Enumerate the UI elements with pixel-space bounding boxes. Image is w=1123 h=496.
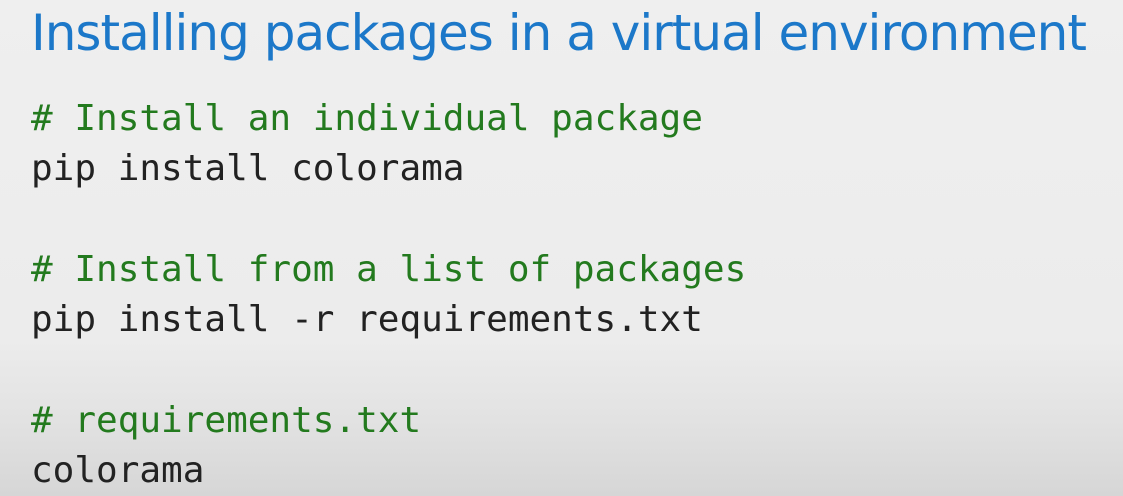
comment-install-from-list: # Install from a list of packages <box>31 249 747 290</box>
slide-title: Installing packages in a virtual environ… <box>31 4 1087 62</box>
command-pip-install-requirements: pip install -r requirements.txt <box>31 299 703 340</box>
comment-requirements-file: # requirements.txt <box>31 400 422 441</box>
requirements-entry-colorama: colorama <box>31 450 205 491</box>
command-pip-install-colorama: pip install colorama <box>31 148 465 189</box>
comment-install-individual: # Install an individual package <box>31 98 703 139</box>
